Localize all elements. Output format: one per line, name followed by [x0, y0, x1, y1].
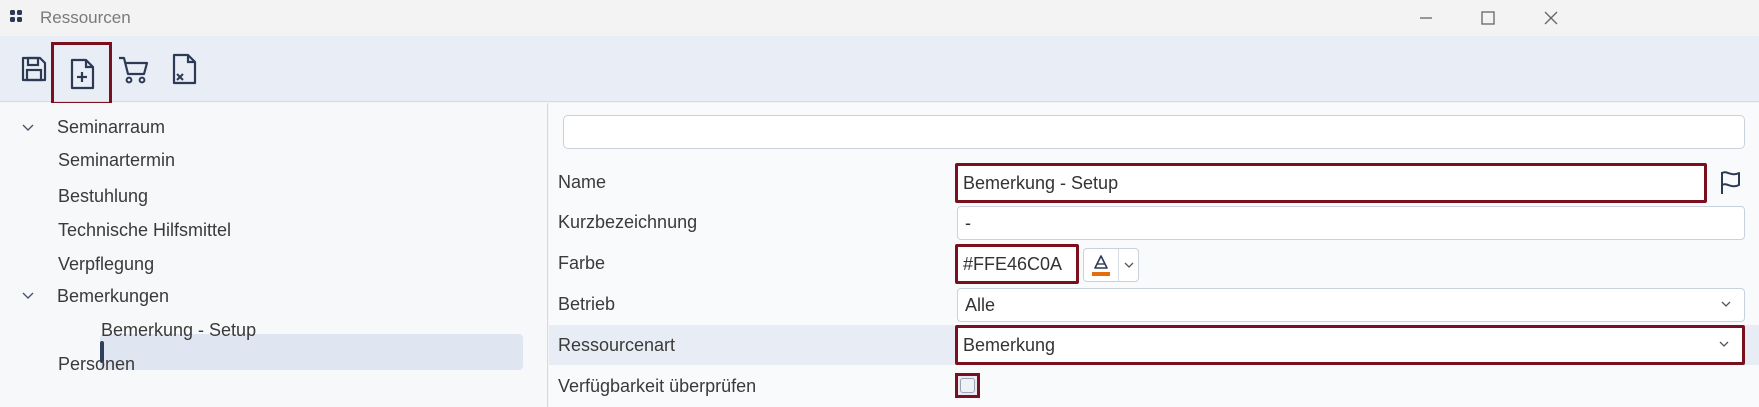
chevron-down-icon[interactable] [1123, 261, 1135, 271]
delete-document-icon [172, 53, 197, 85]
title-bar: Ressourcen [0, 0, 1759, 36]
betrieb-select[interactable]: Alle [957, 288, 1745, 322]
maximize-button[interactable] [1473, 4, 1503, 32]
cart-icon [119, 56, 149, 84]
ressourcenart-select[interactable]: Bemerkung [955, 325, 1745, 365]
tree-item-seminartermin[interactable]: Seminartermin [58, 150, 175, 171]
toolbar [0, 36, 1759, 105]
verfuegbarkeit-label: Verfügbarkeit überprüfen [558, 376, 757, 396]
tree-item-bestuhlung[interactable]: Bestuhlung [58, 186, 148, 207]
tree-item-personen[interactable]: Personen [58, 354, 135, 375]
save-button[interactable] [14, 46, 54, 92]
maximize-icon [1481, 11, 1495, 25]
cart-button[interactable] [113, 46, 153, 92]
farbe-label: Farbe [558, 253, 606, 273]
name-field[interactable]: Bemerkung - Setup [955, 163, 1707, 203]
app-icon [10, 10, 22, 22]
tree-item-verpflegung[interactable]: Verpflegung [58, 254, 154, 275]
new-document-icon [70, 58, 94, 89]
search-input[interactable] [563, 115, 1745, 149]
minimize-icon [1420, 17, 1432, 19]
chevron-down-icon[interactable] [21, 121, 35, 135]
kurzbezeichnung-field[interactable]: - [957, 206, 1745, 240]
close-icon [1544, 11, 1558, 25]
ressourcenart-value: Bemerkung [963, 334, 1056, 355]
tree-item-bemerkung-setup[interactable]: Bemerkung - Setup [101, 320, 256, 341]
kurzbezeichnung-label: Kurzbezeichnung [558, 212, 698, 232]
betrieb-label: Betrieb [558, 294, 616, 314]
new-button[interactable] [51, 42, 112, 105]
name-label: Name [558, 172, 607, 192]
checkbox-box [960, 378, 975, 393]
color-picker-button[interactable] [1083, 248, 1139, 282]
chevron-down-icon [1721, 301, 1731, 307]
farbe-field[interactable]: #FFE46C0A [955, 244, 1079, 284]
flag-icon[interactable] [1718, 170, 1742, 196]
close-button[interactable] [1536, 4, 1566, 32]
ressourcenart-label: Ressourcenart [558, 335, 676, 355]
color-picker-divider [1118, 249, 1119, 281]
minimize-button[interactable] [1411, 4, 1441, 32]
save-icon [21, 56, 47, 82]
window-title: Ressourcen [40, 8, 131, 27]
tree-item-bemerkungen[interactable]: Bemerkungen [57, 286, 169, 307]
chevron-down-icon [1719, 341, 1729, 347]
verfuegbarkeit-checkbox[interactable] [955, 373, 980, 398]
delete-button[interactable] [164, 46, 204, 92]
tree-item-technische-hilfsmittel[interactable]: Technische Hilfsmittel [58, 220, 231, 241]
betrieb-value: Alle [965, 294, 996, 315]
tree-item-seminarraum[interactable]: Seminarraum [57, 117, 165, 138]
fill-color-icon [1092, 255, 1110, 276]
chevron-down-icon[interactable] [21, 289, 35, 303]
